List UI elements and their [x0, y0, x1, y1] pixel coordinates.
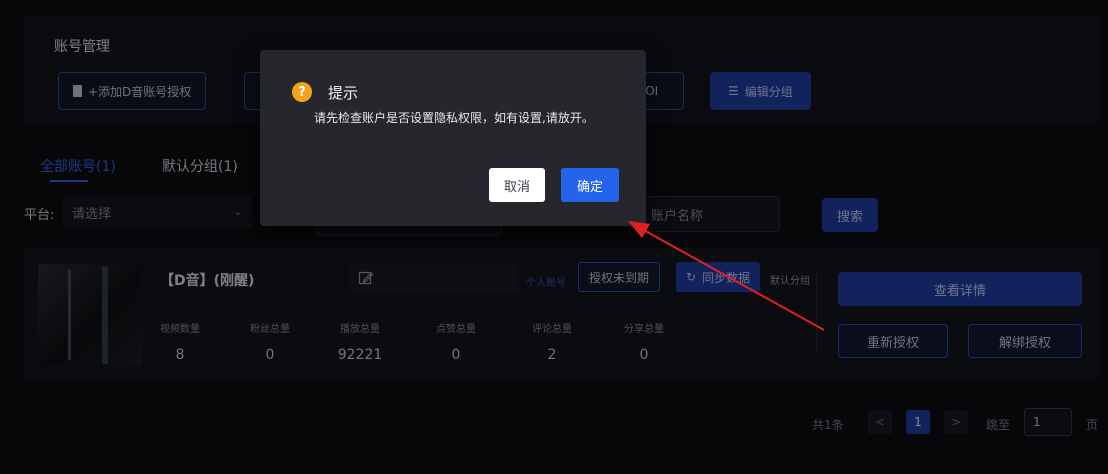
app-page: 账号管理 +添加D音账号授权 POI ☰ 编辑分组 全部账号(1) 默认分组(1…	[0, 0, 1108, 474]
confirm-button[interactable]: 确定	[561, 168, 619, 202]
question-icon: ?	[292, 82, 312, 102]
confirm-dialog: ? 提示 请先检查账户是否设置隐私权限，如有设置,请放开。 取消 确定	[260, 50, 646, 226]
cancel-button[interactable]: 取消	[489, 168, 545, 202]
dialog-message: 请先检查账户是否设置隐私权限，如有设置,请放开。	[314, 111, 594, 125]
dialog-title: 提示	[328, 84, 359, 102]
